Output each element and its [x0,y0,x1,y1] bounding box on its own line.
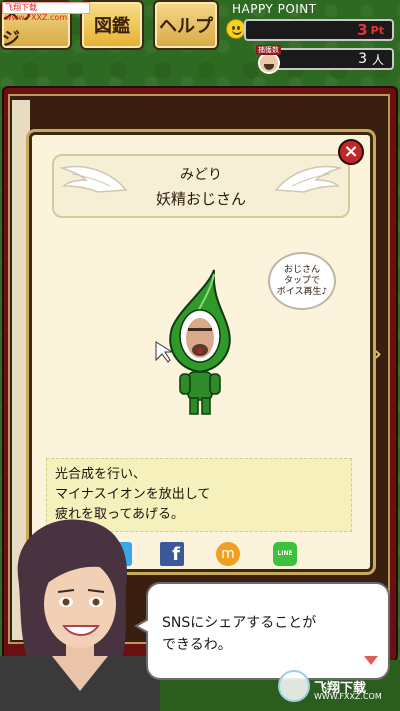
help-button[interactable]: ヘルプ [153,0,219,50]
speech-line-2: できるわ。 [162,637,232,653]
fairy-character[interactable] [150,268,250,418]
description-line-1: 光合成を行い、 [55,467,147,482]
voice-hint-line-1: おじさん [283,264,320,275]
happy-point-unit: Pt [370,23,384,37]
character-reading: みどり [180,166,222,183]
speech-line-1: SNSにシェアすることが [162,615,317,631]
capture-value: 3 [358,51,367,67]
happy-point-label: HAPPY POINT [232,2,317,16]
mixi-icon[interactable]: m [216,542,240,566]
voice-hint-line-3: ボイス再生♪ [276,286,328,297]
voice-hint-bubble[interactable]: おじさん タップで ボイス再生♪ [268,252,336,310]
navigator-avatar [0,519,160,711]
next-arrow-icon[interactable] [364,656,378,665]
watermark-logo: 飞翔下载 WWW.FXXZ.COM [278,668,396,704]
capture-tag: 捕獲数 [256,45,281,55]
navigator-speech-bubble[interactable]: SNSにシェアすることが できるわ。 [134,582,390,680]
voice-hint-line-2: タップで [283,275,320,286]
watermark-top: 飞翔下载 www.FXXZ.com [2,2,90,22]
page-right-icon[interactable]: › [372,340,382,368]
watermark-logo-url: WWW.FXXZ.COM [314,692,382,701]
happy-point-counter: 3 Pt [244,19,394,41]
facebook-icon[interactable]: f [160,542,184,566]
capture-avatar [258,52,280,74]
happy-point-value: 3 [357,21,368,39]
capture-counter: 3 人 [270,48,394,70]
watermark-logo-mark [278,670,310,702]
right-wing-icon [274,165,343,193]
left-wing-icon [59,165,128,193]
close-icon[interactable]: × [338,139,364,165]
description-line-2: マイナスイオンを放出して [55,487,211,502]
character-name: 妖精おじさん [155,189,246,208]
line-icon[interactable]: LINE [273,542,297,566]
capture-unit: 人 [371,52,384,67]
smiley-icon [226,19,246,39]
